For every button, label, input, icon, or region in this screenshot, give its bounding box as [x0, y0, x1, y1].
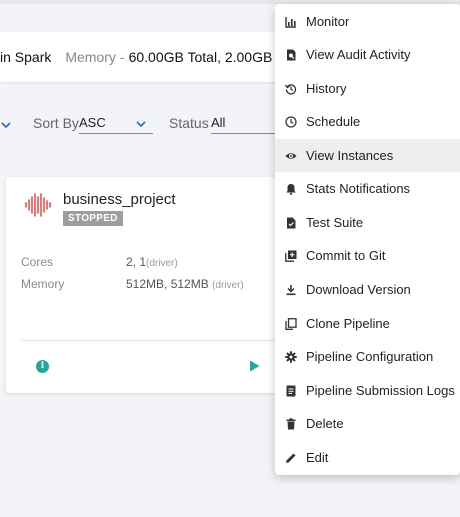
- menu-item-history[interactable]: History: [275, 72, 460, 105]
- menu-item-delete[interactable]: Delete: [275, 407, 460, 440]
- pipeline-name: business_project: [63, 191, 176, 208]
- cluster-memory-value: 60.00GB Total, 2.00GB Us: [128, 49, 294, 65]
- clock-icon: [285, 115, 297, 128]
- cores-value: 2, 1(driver): [126, 255, 178, 269]
- audit-icon: [285, 49, 297, 61]
- logs-icon: [285, 385, 297, 397]
- bell-icon: [285, 183, 297, 195]
- menu-item-label: Pipeline Submission Logs: [306, 383, 455, 398]
- menu-item-label: History: [306, 81, 347, 96]
- menu-item-pipeline-configuration[interactable]: Pipeline Configuration: [275, 340, 460, 373]
- trash-icon: [285, 417, 297, 430]
- menu-item-pipeline-submission-logs[interactable]: Pipeline Submission Logs: [275, 374, 460, 407]
- memory-label: Memory: [21, 277, 65, 291]
- menu-item-schedule[interactable]: Schedule: [275, 105, 460, 138]
- eye-icon: [285, 150, 297, 162]
- bar-chart-icon: [285, 16, 297, 28]
- menu-item-download-version[interactable]: Download Version: [275, 273, 460, 306]
- memory-value-text: 512MB, 512MB: [126, 277, 209, 291]
- gear-icon: [285, 350, 297, 363]
- menu-item-label: Clone Pipeline: [306, 316, 390, 331]
- pipeline-card[interactable]: business_project STOPPED Cores 2, 1(driv…: [6, 177, 296, 393]
- card-divider: [21, 340, 291, 341]
- sort-order-select[interactable]: ASC: [79, 110, 153, 134]
- menu-item-label: Test Suite: [306, 215, 364, 230]
- memory-driver-note: (driver): [212, 280, 244, 291]
- info-icon[interactable]: i: [36, 360, 49, 373]
- clone-icon: [285, 317, 297, 330]
- pencil-icon: [285, 452, 297, 464]
- menu-item-label: Monitor: [306, 14, 350, 29]
- menu-item-stats-notifications[interactable]: Stats Notifications: [275, 172, 460, 205]
- cluster-memory-label: Memory: [65, 49, 116, 65]
- waveform-icon: [25, 193, 51, 217]
- sort-order-value: ASC: [79, 115, 106, 130]
- menu-item-label: Stats Notifications: [306, 181, 411, 196]
- menu-item-label: Download Version: [306, 282, 411, 297]
- filter-row: Sort By ASC Status All: [0, 110, 300, 136]
- menu-item-label: View Instances: [306, 148, 394, 163]
- menu-item-label: Schedule: [306, 114, 361, 129]
- download-icon: [285, 284, 297, 296]
- status-filter-label: Status: [169, 115, 209, 131]
- menu-item-clone-pipeline[interactable]: Clone Pipeline: [275, 307, 460, 340]
- cluster-engine-label: in Spark: [0, 49, 52, 65]
- cores-driver-note: (driver): [146, 258, 178, 269]
- status-filter-select[interactable]: All: [211, 110, 281, 134]
- menu-item-commit-to-git[interactable]: Commit to Git: [275, 239, 460, 272]
- menu-item-edit[interactable]: Edit: [275, 441, 460, 474]
- menu-item-label: View Audit Activity: [306, 47, 411, 62]
- menu-item-label: Edit: [306, 450, 329, 465]
- menu-item-label: Pipeline Configuration: [306, 349, 434, 364]
- menu-item-test-suite[interactable]: Test Suite: [275, 206, 460, 239]
- chevron-down-icon[interactable]: [0, 119, 12, 131]
- cores-value-text: 2, 1: [126, 255, 147, 269]
- memory-value: 512MB, 512MB (driver): [126, 277, 244, 291]
- status-filter-value: All: [211, 115, 226, 130]
- menu-item-monitor[interactable]: Monitor: [275, 5, 460, 38]
- git-commit-icon: [285, 250, 297, 262]
- menu-item-view-audit-activity[interactable]: View Audit Activity: [275, 38, 460, 71]
- cores-label: Cores: [21, 255, 54, 269]
- cluster-memory-separator: -: [119, 49, 125, 65]
- pipeline-actions-menu: Monitor View Audit Activity History Sche…: [275, 4, 460, 475]
- menu-item-label: Delete: [306, 416, 344, 431]
- test-file-icon: [285, 217, 297, 229]
- sort-by-label: Sort By: [33, 115, 79, 131]
- chevron-down-icon: [135, 118, 147, 130]
- cluster-summary-bar: in Spark Memory - 60.00GB Total, 2.00GB …: [0, 32, 300, 82]
- history-icon: [285, 83, 297, 95]
- menu-item-view-instances[interactable]: View Instances: [275, 139, 460, 172]
- status-badge: STOPPED: [63, 211, 123, 226]
- play-icon[interactable]: [249, 360, 260, 372]
- menu-item-label: Commit to Git: [306, 248, 386, 263]
